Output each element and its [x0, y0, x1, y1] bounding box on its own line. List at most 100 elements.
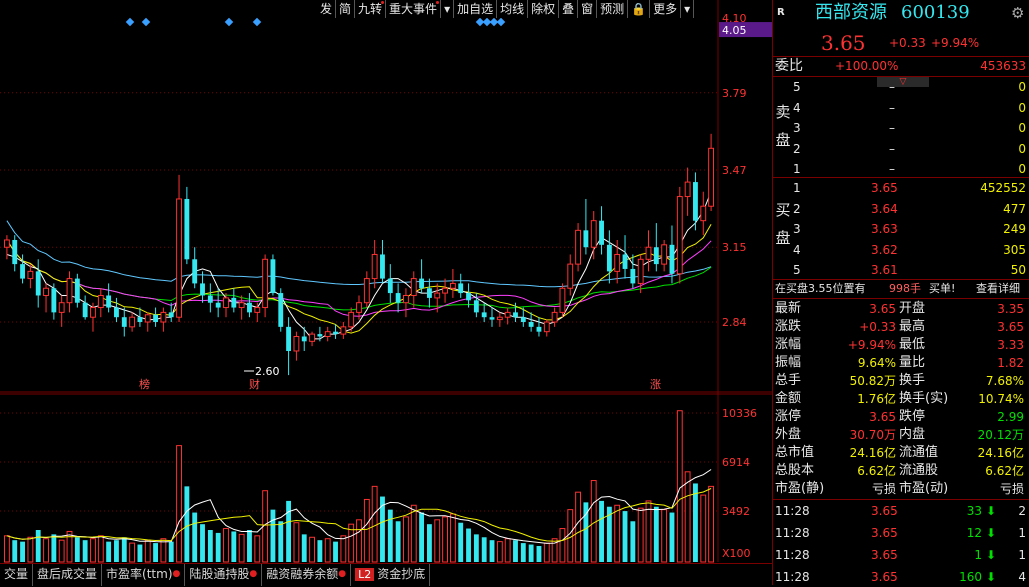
- zhang-marker[interactable]: 涨: [650, 378, 661, 391]
- event-marker-icon[interactable]: [125, 17, 135, 27]
- toolbar-item-13[interactable]: ▾: [681, 0, 695, 18]
- settings-icon[interactable]: ⚙: [1011, 2, 1024, 24]
- buy-row[interactable]: 1 3.65 452552: [773, 178, 1029, 198]
- toolbar-item-8[interactable]: 叠: [559, 0, 579, 18]
- volume-bar: [247, 530, 252, 562]
- volume-bar: [176, 445, 182, 563]
- tick-row: 11:28 3.65 33 ⬇ 2: [773, 501, 1029, 521]
- candle-body: [43, 287, 49, 296]
- candle-body: [215, 302, 221, 308]
- tick-count: 1: [1018, 548, 1026, 562]
- event-marker-icon[interactable]: [252, 17, 262, 27]
- toolbar-item-3[interactable]: 重大事件: [386, 0, 442, 18]
- buy-row[interactable]: 3 3.63 249: [773, 219, 1029, 239]
- axis-price-label: 3.15: [722, 241, 747, 254]
- buy-price: 3.63: [871, 222, 898, 236]
- stock-code: 600139: [901, 2, 970, 23]
- indicator-tab-4[interactable]: 融资融券余额●: [262, 564, 352, 586]
- info-detail-link[interactable]: 查看详细: [976, 280, 1020, 298]
- indicator-tab-0[interactable]: 交量: [0, 564, 34, 586]
- volume-bar: [309, 536, 315, 563]
- volume-bar: [419, 512, 425, 562]
- candle-body: [340, 326, 347, 335]
- buy-row[interactable]: 2 3.64 477: [773, 199, 1029, 219]
- stat-row: 总手 50.82万 换手 7.68%: [773, 372, 1029, 390]
- toolbar-item-4[interactable]: ▾: [441, 0, 455, 18]
- candle-body: [114, 307, 119, 318]
- sell-row[interactable]: 1 – 0: [773, 159, 1029, 179]
- toolbar-item-6[interactable]: 均线: [497, 0, 529, 18]
- stat-label: 市盈(动): [899, 481, 949, 496]
- candle-body: [630, 268, 636, 284]
- sell-row[interactable]: 3 – 0: [773, 118, 1029, 138]
- kline-chart[interactable]: 4.10 4.05 3.79 3.47 3.15 2.84 10336 6914 3492 X10…: [0, 0, 772, 586]
- candle-body: [434, 292, 441, 299]
- indicator-tab-3[interactable]: 陆股通持股●: [185, 564, 263, 586]
- toolbar-item-0[interactable]: 发: [317, 0, 337, 18]
- level-label: 2: [793, 141, 801, 156]
- volume-bar: [559, 528, 566, 563]
- bang-marker[interactable]: 榜: [139, 377, 150, 391]
- volume-bar: [144, 539, 151, 563]
- stat-value: 24.16亿: [977, 446, 1024, 460]
- volume-bar: [97, 535, 104, 563]
- indicator-tab-1[interactable]: 盘后成交量: [33, 564, 103, 586]
- volume-bar: [575, 491, 582, 563]
- volume-bar: [238, 533, 245, 563]
- toolbar-item-9[interactable]: 窗: [578, 0, 598, 18]
- toolbar-item-10[interactable]: 预测: [597, 0, 629, 18]
- candle-body: [35, 271, 41, 296]
- indicator-tab-5[interactable]: L2 资金抄底: [351, 564, 431, 586]
- candle-body: [614, 253, 621, 272]
- sell-row[interactable]: 5 – 0: [773, 77, 1029, 97]
- stat-value: +0.33: [859, 320, 896, 334]
- candle-body: [333, 331, 338, 335]
- tick-time: 11:28: [775, 570, 810, 584]
- buy-row[interactable]: 5 3.61 50: [773, 260, 1029, 280]
- candle-body: [12, 239, 18, 265]
- toolbar-item-11[interactable]: 🔒: [628, 0, 651, 18]
- toolbar-item-5[interactable]: 加自选: [454, 0, 498, 18]
- candle-body: [20, 264, 25, 279]
- cai-marker[interactable]: 财: [249, 377, 260, 391]
- candle-body: [356, 302, 362, 313]
- volume-bar: [630, 521, 636, 562]
- indicator-tabs: 交量 盘后成交量 市盈率(ttm)● 陆股通持股● 融资融券余额● L2 资金抄底: [0, 563, 772, 586]
- indicator-tab-2[interactable]: 市盈率(ttm)●: [102, 564, 186, 586]
- event-marker-icon[interactable]: [496, 17, 506, 27]
- stat-value: 24.16亿: [849, 446, 896, 460]
- event-marker-icon[interactable]: [141, 17, 151, 27]
- sell-label: 卖盘: [773, 98, 793, 154]
- sell-price: –: [889, 121, 895, 135]
- volume-bar: [403, 516, 409, 563]
- volume-bar: [371, 485, 378, 563]
- toolbar-item-2[interactable]: 九转: [355, 0, 387, 18]
- volume-bar: [410, 504, 417, 563]
- stat-value: 50.82万: [849, 374, 896, 388]
- candle-body: [97, 294, 104, 309]
- candle-body: [599, 220, 604, 245]
- toolbar-item-7[interactable]: 除权: [528, 0, 560, 18]
- stat-label: 最高: [899, 319, 926, 334]
- volume-bar: [543, 542, 550, 563]
- indicator-tab-label: 融资融券余额: [266, 567, 339, 581]
- dot-icon: ●: [172, 569, 181, 579]
- candle-body: [3, 239, 10, 248]
- sell-row[interactable]: 4 – 0: [773, 98, 1029, 118]
- toolbar-item-12[interactable]: 更多: [650, 0, 682, 18]
- stat-label: 总手: [775, 373, 802, 388]
- buy-row[interactable]: 4 3.62 305: [773, 240, 1029, 260]
- toolbar-item-1[interactable]: 简: [336, 0, 356, 18]
- sell-row[interactable]: 2 – 0: [773, 139, 1029, 159]
- dot-icon: ●: [338, 569, 347, 579]
- stat-row: 市盈(静) 亏损 市盈(动) 亏损: [773, 480, 1029, 498]
- buy-volume: 477: [1003, 201, 1026, 216]
- event-marker-icon[interactable]: [224, 17, 234, 27]
- axis-price-label: 3.79: [722, 87, 747, 100]
- stat-label: 金额: [775, 391, 802, 406]
- volume-bar: [278, 521, 284, 562]
- sell-price: –: [889, 80, 895, 94]
- volume-bar: [466, 528, 471, 562]
- chart-canvas[interactable]: 4.104.053.793.473.152.841033669143492X10…: [0, 0, 772, 585]
- volume-bar: [340, 535, 347, 563]
